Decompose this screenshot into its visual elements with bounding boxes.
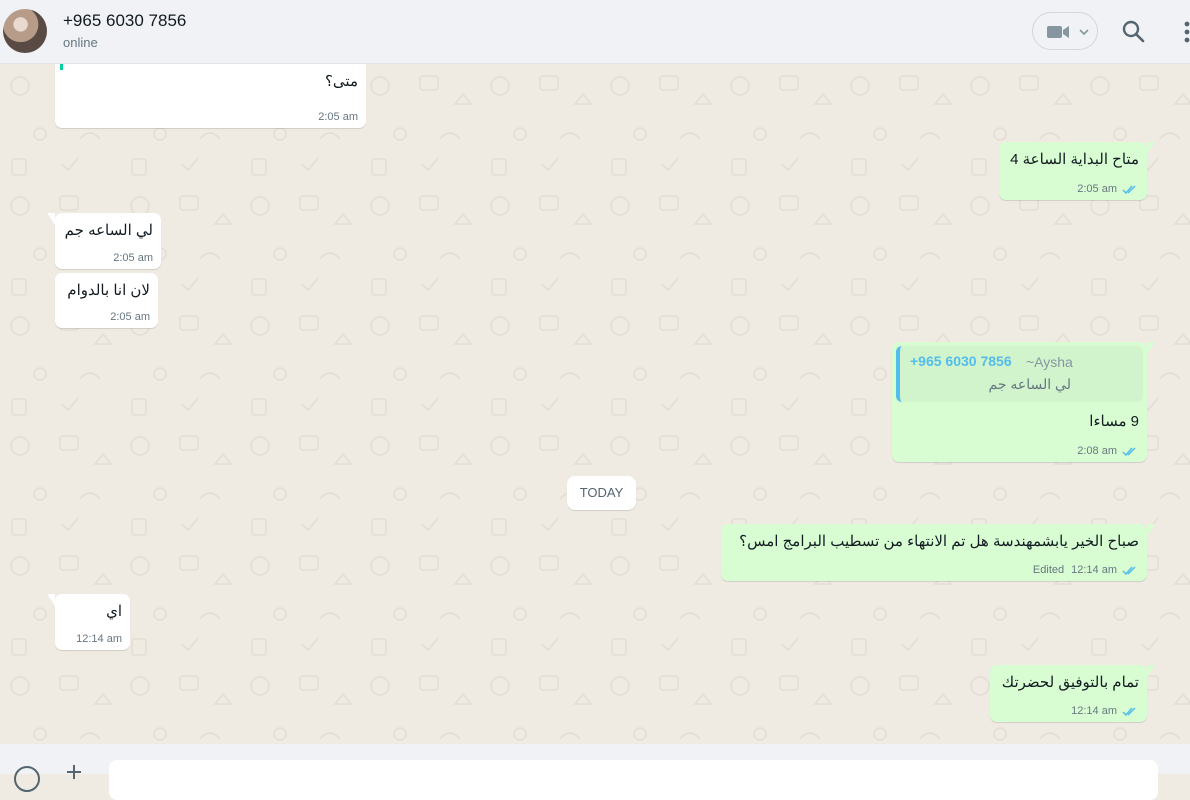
contact-avatar[interactable] <box>3 9 47 53</box>
chevron-down-icon <box>1079 29 1089 36</box>
message-text: تمام بالتوفيق لحضرتك <box>1001 674 1139 691</box>
video-call-icon <box>1047 26 1069 38</box>
quoted-sender-alias: ~Aysha <box>1026 354 1073 370</box>
message-meta: 12:14 am <box>76 633 122 645</box>
message-meta: 2:05 am <box>1077 183 1139 195</box>
quoted-text: لي الساعه جم <box>988 376 1071 392</box>
quoted-message[interactable]: +965 6030 7856 ~Aysha لي الساعه جم <box>896 346 1143 402</box>
message-meta: 12:14 am <box>1071 705 1139 717</box>
outgoing-message[interactable]: صباح الخير يابشمهندسة هل تم الانتهاء من … <box>721 524 1155 581</box>
contact-status: online <box>63 35 98 50</box>
message-list[interactable]: متى؟ 2:05 am متاح البداية الساعة 4 2:05 … <box>0 64 1190 744</box>
date-separator: TODAY <box>567 476 636 510</box>
read-receipt-icon <box>1122 184 1136 194</box>
read-receipt-icon <box>1122 706 1136 716</box>
message-time: 2:05 am <box>113 252 153 264</box>
message-time: 12:14 am <box>1071 705 1117 717</box>
message-text: لان انا بالدوام <box>67 282 150 299</box>
message-text: 9 مساءا <box>1089 413 1139 430</box>
incoming-message[interactable]: لي الساعه جم 2:05 am <box>47 213 161 269</box>
message-time: 2:05 am <box>318 111 358 123</box>
plus-icon[interactable] <box>66 764 82 780</box>
message-time: 2:05 am <box>1077 183 1117 195</box>
read-receipt-icon <box>1122 446 1136 456</box>
outgoing-message[interactable]: تمام بالتوفيق لحضرتك 12:14 am <box>990 665 1155 722</box>
message-meta: 2:05 am <box>110 311 150 323</box>
chat-header: +965 6030 7856 online <box>0 0 1190 64</box>
incoming-message[interactable]: لان انا بالدوام 2:05 am <box>55 273 158 328</box>
message-text: متى؟ <box>324 73 358 90</box>
incoming-message[interactable]: اي 12:14 am <box>47 594 130 650</box>
video-call-button[interactable] <box>1032 12 1098 50</box>
incoming-message[interactable]: متى؟ 2:05 am <box>55 64 366 128</box>
emoji-icon[interactable] <box>14 766 40 792</box>
read-receipt-icon <box>1122 565 1136 575</box>
message-meta: 2:08 am <box>1077 445 1139 457</box>
message-text: اي <box>106 603 122 620</box>
quoted-sender-number: +965 6030 7856 <box>910 353 1012 369</box>
message-meta: 2:05 am <box>318 111 358 123</box>
compose-bar <box>0 744 1190 800</box>
message-time: 2:05 am <box>110 311 150 323</box>
message-text: متاح البداية الساعة 4 <box>1010 151 1139 168</box>
outgoing-message[interactable]: متاح البداية الساعة 4 2:05 am <box>999 142 1155 200</box>
message-time: 12:14 am <box>76 633 122 645</box>
message-text: لي الساعه جم <box>64 222 153 239</box>
message-time: 2:08 am <box>1077 445 1117 457</box>
contact-name[interactable]: +965 6030 7856 <box>63 11 186 31</box>
outgoing-message[interactable]: +965 6030 7856 ~Aysha لي الساعه جم 9 مسا… <box>892 342 1155 462</box>
message-input[interactable] <box>109 760 1158 800</box>
message-text: صباح الخير يابشمهندسة هل تم الانتهاء من … <box>739 533 1139 550</box>
message-meta: Edited 12:14 am <box>1033 564 1139 576</box>
edited-label: Edited <box>1032 564 1065 576</box>
message-meta: 2:05 am <box>113 252 153 264</box>
message-time: 12:14 am <box>1071 564 1117 576</box>
menu-icon[interactable] <box>1180 19 1190 45</box>
quote-bar <box>60 64 63 70</box>
search-icon[interactable] <box>1121 19 1145 43</box>
